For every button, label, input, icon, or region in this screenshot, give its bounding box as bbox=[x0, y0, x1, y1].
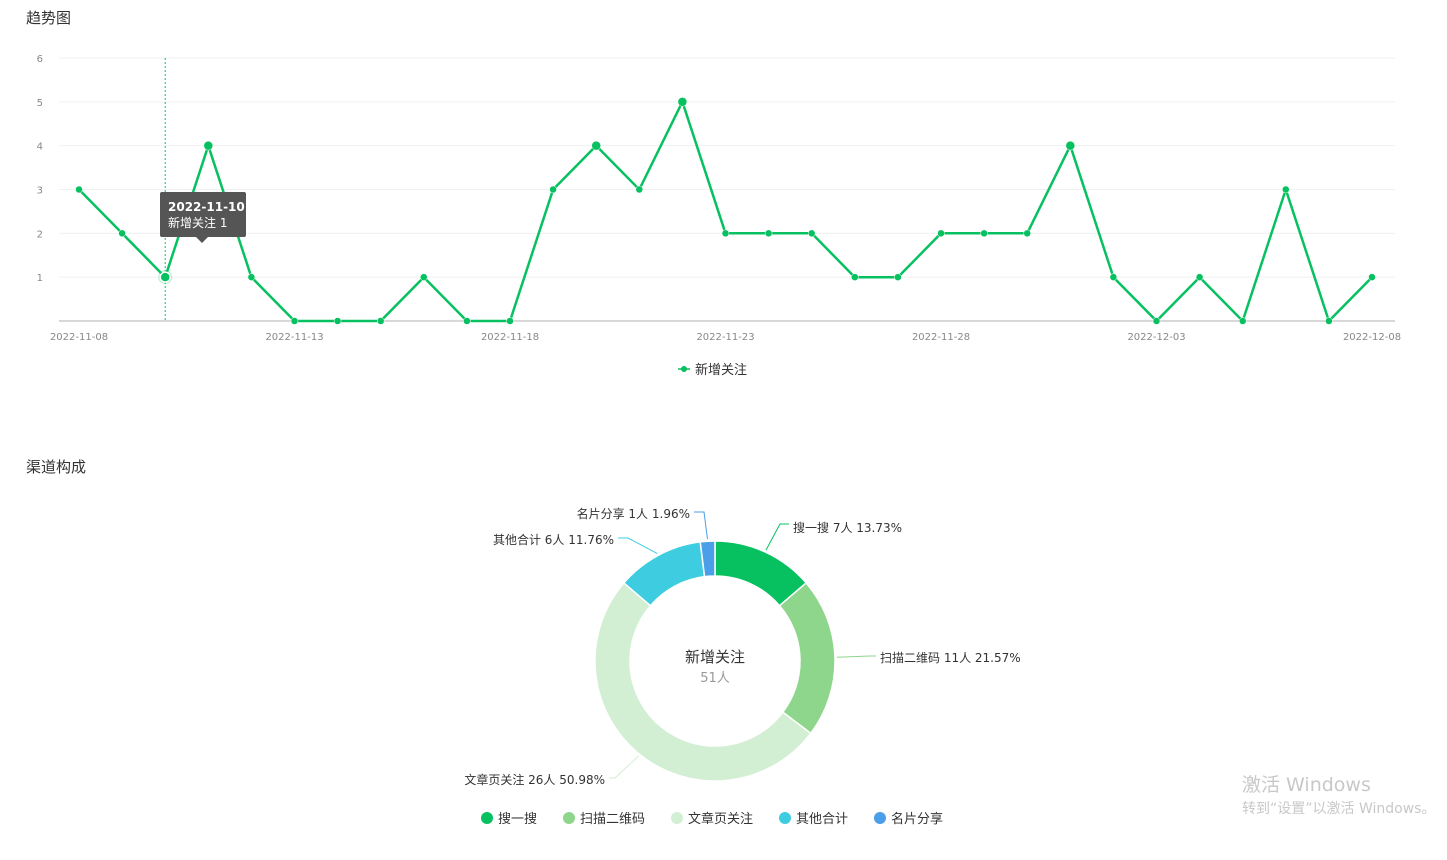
pie-legend-item-名片分享[interactable]: 名片分享 bbox=[874, 811, 943, 827]
data-point[interactable] bbox=[75, 185, 83, 194]
pie-legend-item-扫描二维码[interactable]: 扫描二维码 bbox=[563, 812, 645, 827]
x-tick-label: 2022-11-13 bbox=[265, 332, 323, 343]
data-point[interactable] bbox=[1325, 317, 1333, 325]
y-tick-label: 4 bbox=[37, 142, 43, 153]
watermark-line-1: 激活 Windows bbox=[1242, 774, 1371, 796]
legend-label: 文章页关注 bbox=[688, 811, 753, 827]
slice-label: 扫描二维码 11人 21.57% bbox=[880, 651, 1021, 665]
watermark-line-2: 转到“设置”以激活 Windows。 bbox=[1242, 800, 1435, 817]
donut-center-title: 新增关注 bbox=[685, 648, 745, 666]
legend-marker bbox=[671, 812, 683, 824]
leader-line bbox=[694, 511, 708, 540]
y-tick-label: 3 bbox=[37, 186, 43, 197]
leader-line bbox=[836, 655, 876, 658]
pie-legend-item-其他合计[interactable]: 其他合计 bbox=[779, 812, 848, 827]
y-tick-label: 5 bbox=[37, 98, 43, 109]
donut-slice-扫描二维码[interactable] bbox=[778, 581, 836, 735]
data-point[interactable] bbox=[463, 317, 471, 325]
data-point[interactable] bbox=[677, 97, 688, 107]
data-point[interactable] bbox=[376, 317, 385, 325]
tooltip-date: 2022-11-10 bbox=[168, 200, 245, 214]
legend-marker bbox=[681, 366, 687, 372]
tooltip-value: 新增关注 1 bbox=[168, 215, 227, 230]
leader-line bbox=[765, 523, 789, 551]
data-point[interactable] bbox=[203, 140, 214, 151]
series-line-新增关注 bbox=[78, 100, 1373, 323]
y-tick-label: 6 bbox=[37, 54, 43, 65]
legend-label: 搜一搜 bbox=[498, 812, 537, 827]
slice-label: 其他合计 6人 11.76% bbox=[493, 532, 614, 547]
data-point[interactable] bbox=[721, 229, 730, 238]
line-legend-item[interactable]: 新增关注 bbox=[678, 362, 747, 378]
data-point[interactable] bbox=[980, 229, 988, 238]
data-point[interactable] bbox=[894, 273, 902, 281]
legend-marker bbox=[779, 812, 791, 824]
data-point[interactable] bbox=[851, 273, 859, 281]
slice-label: 搜一搜 7人 13.73% bbox=[793, 520, 902, 535]
data-point[interactable] bbox=[591, 140, 601, 151]
x-tick-label: 2022-11-23 bbox=[696, 332, 754, 343]
slice-label: 文章页关注 26人 50.98% bbox=[464, 772, 605, 787]
x-tick-label: 2022-11-08 bbox=[50, 332, 108, 343]
channel-donut-chart[interactable]: 搜一搜 7人 13.73% 扫描二维码 11人 21.57% 文章页关注 26人 5… bbox=[464, 506, 1020, 827]
x-tick-label: 2022-11-28 bbox=[912, 332, 970, 343]
x-tick-label: 2022-12-03 bbox=[1127, 332, 1185, 343]
data-point[interactable] bbox=[247, 273, 256, 281]
data-point[interactable] bbox=[937, 229, 945, 238]
data-point[interactable] bbox=[1152, 317, 1161, 325]
data-point[interactable] bbox=[118, 229, 126, 238]
y-tick-label: 1 bbox=[37, 273, 43, 284]
data-point[interactable] bbox=[1195, 273, 1204, 281]
legend-marker bbox=[874, 812, 886, 824]
data-point[interactable] bbox=[506, 317, 514, 325]
x-tick-label: 2022-11-18 bbox=[481, 332, 539, 343]
legend-label: 其他合计 bbox=[796, 812, 848, 827]
charts-canvas: 1 2 3 4 5 6 2022-11-08 2022-11-13 2022-11-18 2022… bbox=[37, 54, 1436, 827]
pie-legend-item-搜一搜[interactable]: 搜一搜 bbox=[481, 812, 537, 827]
tooltip-pointer bbox=[196, 237, 208, 243]
legend-label: 扫描二维码 bbox=[580, 812, 645, 827]
data-point[interactable] bbox=[159, 271, 171, 283]
x-tick-label: 2022-12-08 bbox=[1343, 332, 1401, 343]
pie-legend-item-文章页关注[interactable]: 文章页关注 bbox=[671, 811, 753, 827]
data-point[interactable] bbox=[1023, 229, 1031, 238]
legend-label: 名片分享 bbox=[891, 811, 943, 827]
tooltip-box bbox=[160, 192, 246, 237]
data-point[interactable] bbox=[549, 185, 557, 194]
data-point[interactable] bbox=[807, 229, 816, 238]
data-point[interactable] bbox=[635, 185, 644, 194]
legend-marker bbox=[563, 812, 575, 824]
data-point[interactable] bbox=[290, 317, 299, 325]
data-point[interactable] bbox=[1282, 185, 1290, 194]
data-point[interactable] bbox=[1065, 140, 1076, 151]
legend-marker bbox=[481, 812, 493, 824]
leader-line bbox=[609, 755, 639, 779]
slice-label: 名片分享 1人 1.96% bbox=[577, 506, 690, 521]
data-point[interactable] bbox=[333, 317, 342, 325]
y-tick-label: 2 bbox=[37, 229, 43, 240]
data-point[interactable] bbox=[420, 273, 428, 281]
data-point[interactable] bbox=[1238, 317, 1247, 325]
data-point[interactable] bbox=[1368, 273, 1376, 281]
legend-label: 新增关注 bbox=[695, 362, 747, 378]
donut-center-value: 51人 bbox=[700, 671, 730, 686]
data-point[interactable] bbox=[764, 229, 773, 238]
data-point[interactable] bbox=[1109, 273, 1118, 281]
leader-line bbox=[618, 537, 658, 554]
trend-line-chart[interactable]: 1 2 3 4 5 6 2022-11-08 2022-11-13 2022-11-18 2022… bbox=[37, 54, 1401, 378]
